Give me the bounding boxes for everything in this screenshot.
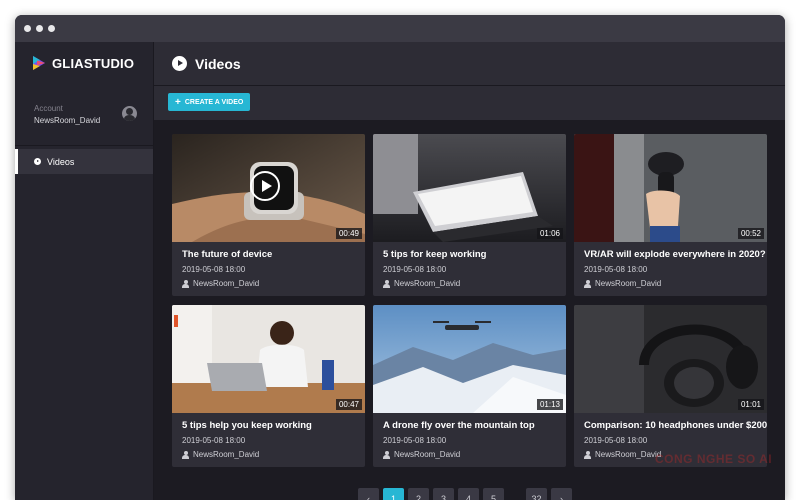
page-header: Videos	[154, 42, 785, 86]
video-card[interactable]: 01:06 5 tips for keep working 2019-05-08…	[373, 134, 566, 296]
title-bar	[15, 15, 785, 42]
watermark: CONG NGHE SO AI	[655, 452, 773, 466]
author-name: NewsRoom_David	[193, 279, 260, 288]
video-author: NewsRoom_David	[584, 450, 661, 459]
video-duration: 00:47	[335, 399, 362, 410]
headphones-thumbnail-image	[574, 305, 767, 413]
video-title[interactable]: A drone fly over the mountain top	[383, 420, 535, 431]
video-duration: 01:06	[536, 228, 563, 239]
create-video-label: CREATE A VIDEO	[184, 98, 244, 106]
app-logo[interactable]: GLIASTUDIO	[32, 55, 134, 71]
video-card[interactable]: 01:01 Comparison: 10 headphones under $2…	[574, 305, 767, 467]
video-title[interactable]: 5 tips for keep working	[383, 249, 486, 260]
author-name: NewsRoom_David	[595, 450, 662, 459]
sidebar-item-videos[interactable]: Videos	[15, 149, 153, 174]
sidebar: GLIASTUDIO Account NewsRoom_David Videos	[15, 42, 154, 500]
video-author: NewsRoom_David	[383, 450, 460, 459]
avatar[interactable]	[122, 106, 137, 121]
sidebar-item-label: Videos	[47, 156, 75, 167]
user-icon	[182, 279, 189, 288]
vr-controller-thumbnail-image	[574, 134, 767, 242]
video-title[interactable]: 5 tips help you keep working	[182, 420, 312, 431]
page-button-3[interactable]: 3	[433, 488, 454, 500]
video-card[interactable]: 00:47 5 tips help you keep working 2019-…	[172, 305, 365, 467]
video-date: 2019-05-08 18:00	[584, 436, 648, 445]
video-thumbnail[interactable]: 01:06	[373, 134, 566, 242]
account-name: NewsRoom_David	[34, 116, 101, 125]
page-button-1[interactable]: 1	[383, 488, 404, 500]
video-card[interactable]: 00:52 VR/AR will explode everywhere in 2…	[574, 134, 767, 296]
pagination-ellipsis: ...	[511, 493, 519, 500]
video-author: NewsRoom_David	[182, 450, 259, 459]
page-button-last[interactable]: 32	[526, 488, 547, 500]
drone-thumbnail-image	[373, 305, 566, 413]
author-name: NewsRoom_David	[193, 450, 260, 459]
user-icon	[182, 450, 189, 459]
logo-icon	[33, 56, 45, 70]
video-grid: 00:49 The future of device 2019-05-08 18…	[154, 120, 785, 500]
sidebar-divider	[15, 145, 153, 146]
video-author: NewsRoom_David	[383, 279, 460, 288]
play-button-icon[interactable]	[250, 171, 280, 201]
video-title[interactable]: VR/AR will explode everywhere in 2020?	[584, 249, 766, 260]
play-circle-icon	[172, 56, 187, 71]
video-date: 2019-05-08 18:00	[182, 265, 246, 274]
video-date: 2019-05-08 18:00	[584, 265, 648, 274]
author-name: NewsRoom_David	[394, 279, 461, 288]
window-dot-icon[interactable]	[36, 25, 43, 32]
video-duration: 01:01	[737, 399, 764, 410]
user-icon	[584, 279, 591, 288]
app-name: GLIASTUDIO	[52, 55, 135, 71]
video-author: NewsRoom_David	[584, 279, 661, 288]
video-thumbnail[interactable]: 00:52	[574, 134, 767, 242]
user-icon	[383, 450, 390, 459]
video-card[interactable]: 00:49 The future of device 2019-05-08 18…	[172, 134, 365, 296]
video-date: 2019-05-08 18:00	[383, 265, 447, 274]
chevron-left-icon[interactable]: ‹	[358, 488, 379, 500]
video-title[interactable]: Comparison: 10 headphones under $200	[584, 420, 767, 431]
laptop-thumbnail-image	[373, 134, 566, 242]
author-name: NewsRoom_David	[595, 279, 662, 288]
window-dot-icon[interactable]	[24, 25, 31, 32]
video-date: 2019-05-08 18:00	[383, 436, 447, 445]
page-title: Videos	[195, 55, 241, 72]
page-button-4[interactable]: 4	[458, 488, 479, 500]
man-working-thumbnail-image	[172, 305, 365, 413]
page-button-5[interactable]: 5	[483, 488, 504, 500]
chevron-right-icon[interactable]: ›	[551, 488, 572, 500]
toolbar: + CREATE A VIDEO	[154, 86, 785, 120]
page-button-2[interactable]: 2	[408, 488, 429, 500]
video-thumbnail[interactable]: 00:47	[172, 305, 365, 413]
video-thumbnail[interactable]: 01:13	[373, 305, 566, 413]
app-window: GLIASTUDIO Account NewsRoom_David Videos…	[15, 15, 785, 500]
window-dot-icon[interactable]	[48, 25, 55, 32]
video-author: NewsRoom_David	[182, 279, 259, 288]
video-duration: 01:13	[536, 399, 563, 410]
pagination: ‹ 1 2 3 4 5 ... 32 ›	[358, 488, 576, 500]
video-thumbnail[interactable]: 01:01	[574, 305, 767, 413]
video-duration: 00:49	[335, 228, 362, 239]
video-date: 2019-05-08 18:00	[182, 436, 246, 445]
account-label: Account	[34, 104, 63, 113]
video-title[interactable]: The future of device	[182, 249, 272, 260]
account-info: Account NewsRoom_David	[34, 104, 100, 125]
play-circle-icon	[34, 158, 41, 165]
create-video-button[interactable]: + CREATE A VIDEO	[168, 93, 251, 111]
video-card[interactable]: 01:13 A drone fly over the mountain top …	[373, 305, 566, 467]
plus-icon: +	[175, 96, 181, 108]
author-name: NewsRoom_David	[394, 450, 461, 459]
video-thumbnail[interactable]: 00:49	[172, 134, 365, 242]
user-icon	[584, 450, 591, 459]
video-duration: 00:52	[737, 228, 764, 239]
user-icon	[383, 279, 390, 288]
